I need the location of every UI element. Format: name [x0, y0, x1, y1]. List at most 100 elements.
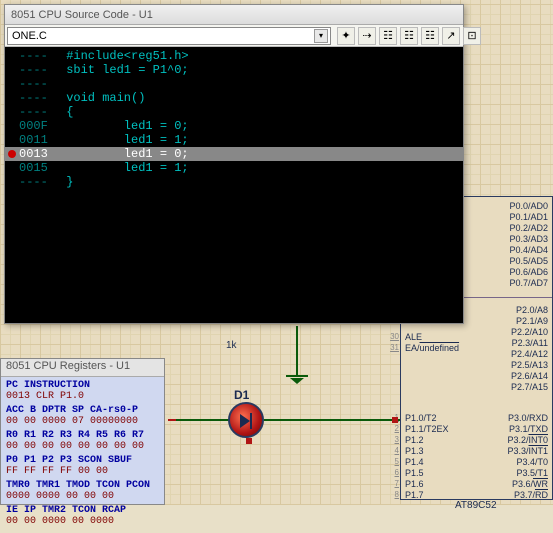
toolbar-button-5[interactable]: ↗ — [442, 27, 460, 45]
pin-label: P0.1/AD1 — [509, 212, 548, 222]
pin-number: 3 — [387, 435, 399, 444]
pin-number: 8 — [387, 490, 399, 499]
code-text: #include<reg51.h> — [59, 49, 189, 63]
pin-label: ALE — [405, 332, 422, 342]
code-line[interactable]: 0011 led1 = 1; — [5, 133, 463, 147]
code-text: { — [59, 105, 73, 119]
wire-active — [168, 419, 176, 421]
register-header: ACC B DPTR SP CA-rs0-P — [6, 405, 159, 416]
pin-label: P3.4/T0 — [516, 457, 548, 467]
register-header: IE IP TMR2 TCON RCAP — [6, 505, 159, 516]
pin-label: P1.6 — [405, 479, 424, 489]
toolbar-button-0[interactable]: ✦ — [337, 27, 355, 45]
pin-label: P0.7/AD7 — [509, 278, 548, 288]
code-line[interactable]: ---- sbit led1 = P1^0; — [5, 63, 463, 77]
breakpoint-gutter[interactable] — [5, 161, 19, 175]
breakpoint-gutter[interactable] — [5, 77, 19, 91]
code-text — [59, 77, 66, 91]
code-line[interactable]: 000F led1 = 0; — [5, 119, 463, 133]
file-name: ONE.C — [12, 30, 47, 42]
wire — [174, 419, 230, 421]
code-line[interactable]: ---- { — [5, 105, 463, 119]
code-line[interactable]: ---- #include<reg51.h> — [5, 49, 463, 63]
register-header: PC INSTRUCTION — [6, 380, 159, 391]
pin-label: P1.5 — [405, 468, 424, 478]
register-value: 00 00 0000 00 0000 — [6, 516, 159, 527]
pin-label: P0.0/AD0 — [509, 201, 548, 211]
code-text: } — [59, 175, 73, 189]
chevron-down-icon[interactable]: ▾ — [314, 29, 328, 43]
code-line[interactable]: ---- void main() — [5, 91, 463, 105]
pin-label: P2.6/A14 — [511, 371, 548, 381]
breakpoint-gutter[interactable] — [5, 63, 19, 77]
toolbar-button-3[interactable]: ☷ — [400, 27, 418, 45]
toolbar-button-4[interactable]: ☷ — [421, 27, 439, 45]
pin-label: P0.4/AD4 — [509, 245, 548, 255]
chip-label: AT89C52 — [455, 500, 497, 511]
pin-number: 30 — [387, 332, 399, 341]
source-toolbar: ONE.C ▾ ✦⇢☷☷☷↗⊡ — [5, 25, 463, 47]
diode-terminal — [246, 438, 252, 444]
pin-label: P1.7 — [405, 490, 424, 500]
registers-window[interactable]: 8051 CPU Registers - U1 PC INSTRUCTION00… — [0, 358, 165, 505]
wire — [264, 419, 400, 421]
pin-number: 2 — [387, 424, 399, 433]
breakpoint-gutter[interactable] — [5, 175, 19, 189]
pin-number: 7 — [387, 479, 399, 488]
source-code-window[interactable]: 8051 CPU Source Code - U1 ONE.C ▾ ✦⇢☷☷☷↗… — [4, 4, 464, 324]
register-header: TMR0 TMR1 TMOD TCON PCON — [6, 480, 159, 491]
code-text: led1 = 0; — [59, 147, 189, 161]
pin-label: P2.1/A9 — [516, 316, 548, 326]
pin-label: P2.2/A10 — [511, 327, 548, 337]
source-titlebar[interactable]: 8051 CPU Source Code - U1 — [5, 5, 463, 25]
code-line[interactable]: 0013 led1 = 0; — [5, 147, 463, 161]
diode-label: D1 — [234, 388, 249, 402]
registers-body: PC INSTRUCTION0013 CLR P1.0ACC B DPTR SP… — [1, 377, 164, 533]
diode-led[interactable] — [228, 402, 264, 438]
code-text: sbit led1 = P1^0; — [59, 63, 189, 77]
file-select[interactable]: ONE.C ▾ — [7, 27, 331, 45]
pin-number: 4 — [387, 446, 399, 455]
ground-symbol — [286, 363, 308, 384]
breakpoint-gutter[interactable] — [5, 147, 19, 161]
pin-label: P3.1/TXD — [509, 424, 548, 434]
code-address: ---- — [19, 49, 59, 63]
resistor-label: 1k — [226, 340, 237, 351]
pin-label: P1.3 — [405, 446, 424, 456]
pin-number: 6 — [387, 468, 399, 477]
pin-number: 31 — [387, 343, 399, 352]
code-line[interactable]: ---- — [5, 77, 463, 91]
registers-title[interactable]: 8051 CPU Registers - U1 — [1, 359, 164, 377]
pin-label: P3.3/INT1 — [507, 446, 548, 456]
code-text: void main() — [59, 91, 145, 105]
pin-label: P1.0/T2 — [405, 413, 437, 423]
pin-label: P1.2 — [405, 435, 424, 445]
pin-label: P1.1/T2EX — [405, 424, 449, 434]
code-area[interactable]: ---- #include<reg51.h>---- sbit led1 = P… — [5, 47, 463, 323]
code-line[interactable]: 0015 led1 = 1; — [5, 161, 463, 175]
toolbar-button-6[interactable]: ⊡ — [463, 27, 481, 45]
code-address: 0011 — [19, 133, 59, 147]
pin-label: P2.7/A15 — [511, 382, 548, 392]
code-line[interactable]: ---- } — [5, 175, 463, 189]
code-address: ---- — [19, 63, 59, 77]
code-address: 0015 — [19, 161, 59, 175]
pin-state-indicator — [392, 417, 398, 423]
code-text: led1 = 0; — [59, 119, 189, 133]
pin-label: P3.6/WR — [512, 479, 548, 489]
register-header: P0 P1 P2 P3 SCON SBUF — [6, 455, 159, 466]
toolbar-button-2[interactable]: ☷ — [379, 27, 397, 45]
pin-label: P2.0/A8 — [516, 305, 548, 315]
code-address: 000F — [19, 119, 59, 133]
pin-label: P3.5/T1 — [516, 468, 548, 478]
breakpoint-gutter[interactable] — [5, 119, 19, 133]
pin-label: P3.2/INT0 — [507, 435, 548, 445]
pin-number: 5 — [387, 457, 399, 466]
breakpoint-gutter[interactable] — [5, 105, 19, 119]
toolbar-button-1[interactable]: ⇢ — [358, 27, 376, 45]
code-address: ---- — [19, 91, 59, 105]
breakpoint-gutter[interactable] — [5, 91, 19, 105]
breakpoint-gutter[interactable] — [5, 49, 19, 63]
breakpoint-gutter[interactable] — [5, 133, 19, 147]
code-text: led1 = 1; — [59, 161, 189, 175]
